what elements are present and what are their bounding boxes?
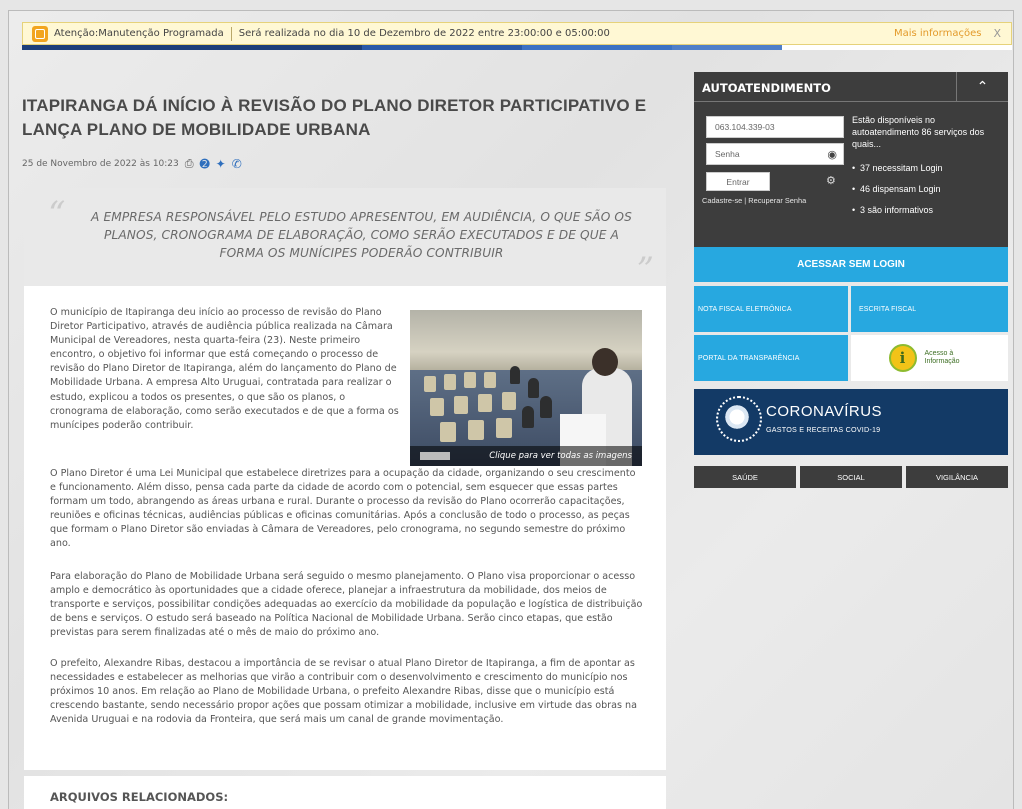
more-info-link[interactable]: Mais informações [894, 28, 981, 39]
notice-divider [230, 26, 232, 41]
photo-caption-text: Clique para ver todas as imagens [489, 451, 632, 461]
photo-counter [420, 452, 450, 460]
paragraph-1: O município de Itapiranga deu início ao … [50, 307, 399, 431]
maintenance-notice: Atenção:Manutenção Programada Será reali… [22, 22, 1012, 45]
photo-speaker-head [592, 348, 618, 376]
self-service-title: AUTOATENDIMENTO [702, 81, 831, 95]
alert-icon [32, 25, 48, 42]
notice-title: Atenção:Manutenção Programada [54, 28, 224, 39]
gear-icon[interactable]: ⚙ [826, 174, 836, 187]
service-info-item: 46 dispensam Login [852, 183, 1004, 195]
panel-divider [694, 101, 956, 102]
paragraph-3: Para elaboração do Plano de Mobilidade U… [50, 571, 643, 639]
article-meta: 25 de Novembro de 2022 às 10:23 ⎙ ➋ ✦ ✆ [22, 157, 242, 171]
service-info-item: 37 necessitam Login [852, 162, 1004, 174]
register-recover-links[interactable]: Cadastre-se | Recuperar Senha [702, 196, 806, 205]
print-icon[interactable]: ⎙ [185, 157, 194, 171]
quote-text: A EMPRESA RESPONSÁVEL PELO ESTUDO APRESE… [91, 210, 632, 260]
quote-open-icon: “ [48, 194, 66, 234]
quote-close-icon: ” [636, 250, 654, 290]
close-notice-button[interactable]: X [993, 27, 1001, 40]
coronavirus-subtitle: GASTOS E RECEITAS COVID-19 [766, 425, 881, 434]
article-quote: “ A EMPRESA RESPONSÁVEL PELO ESTUDO APRE… [24, 188, 666, 290]
paragraph-2: O Plano Diretor é uma Lei Municipal que … [50, 468, 636, 550]
info-icon: i [888, 344, 917, 372]
virus-icon [716, 396, 762, 442]
related-files-title: ARQUIVOS RELACIONADOS: [50, 790, 229, 804]
twitter-icon[interactable]: ✦ [216, 157, 226, 171]
tile-transparencia-label: PORTAL DA TRANSPARÊNCIA [698, 354, 800, 362]
article-photo[interactable]: Clique para ver todas as imagens [410, 310, 642, 466]
tile-escrita-fiscal[interactable]: ESCRITA FISCAL [851, 286, 1008, 332]
tile-acesso-informacao[interactable]: i Acesso à Informação [851, 335, 1008, 381]
notice-message: Será realizada no dia 10 de Dezembro de … [238, 28, 610, 39]
whatsapp-icon[interactable]: ✆ [232, 157, 242, 171]
tile-nota-fiscal-label: NOTA FISCAL ELETRÔNICA [698, 305, 792, 313]
eye-icon[interactable]: ◉ [827, 148, 837, 161]
article-date: 25 de Novembro de 2022 às 10:23 [22, 159, 179, 169]
coronavirus-banner[interactable]: CORONAVÍRUS GASTOS E RECEITAS COVID-19 [694, 389, 1008, 455]
service-info-text: Estão disponíveis no autoatendimento 86 … [852, 115, 985, 149]
chevron-up-icon: ⌃ [976, 78, 989, 95]
access-without-login-button[interactable]: ACESSAR SEM LOGIN [694, 247, 1008, 282]
service-info-list: 37 necessitam Login 46 dispensam Login 3… [852, 162, 1004, 216]
password-field[interactable]: Senha ◉ [706, 143, 844, 165]
login-button[interactable]: Entrar [706, 172, 770, 191]
collapse-button[interactable]: ⌃ [956, 72, 1008, 102]
paragraph-4: O prefeito, Alexandre Ribas, destacou a … [50, 658, 637, 726]
category-social-button[interactable]: SOCIAL [800, 466, 902, 488]
cpf-value: 063.104.339-03 [715, 122, 775, 132]
category-saude-button[interactable]: SAÚDE [694, 466, 796, 488]
password-placeholder: Senha [715, 149, 740, 159]
service-info: Estão disponíveis no autoatendimento 86 … [852, 114, 1004, 225]
cpf-field[interactable]: 063.104.339-03 [706, 116, 844, 138]
facebook-icon[interactable]: ➋ [200, 157, 210, 171]
category-vigilancia-button[interactable]: VIGILÂNCIA [906, 466, 1008, 488]
tile-escrita-fiscal-label: ESCRITA FISCAL [859, 305, 917, 313]
service-info-item: 3 são informativos [852, 204, 1004, 216]
tile-acesso-informacao-label: Acesso à Informação [924, 350, 960, 365]
article-title: ITAPIRANGA DÁ INÍCIO À REVISÃO DO PLANO … [22, 96, 647, 139]
tile-transparencia[interactable]: PORTAL DA TRANSPARÊNCIA [694, 335, 848, 381]
coronavirus-title: CORONAVÍRUS [766, 403, 883, 420]
tile-nota-fiscal[interactable]: NOTA FISCAL ELETRÔNICA [694, 286, 848, 332]
